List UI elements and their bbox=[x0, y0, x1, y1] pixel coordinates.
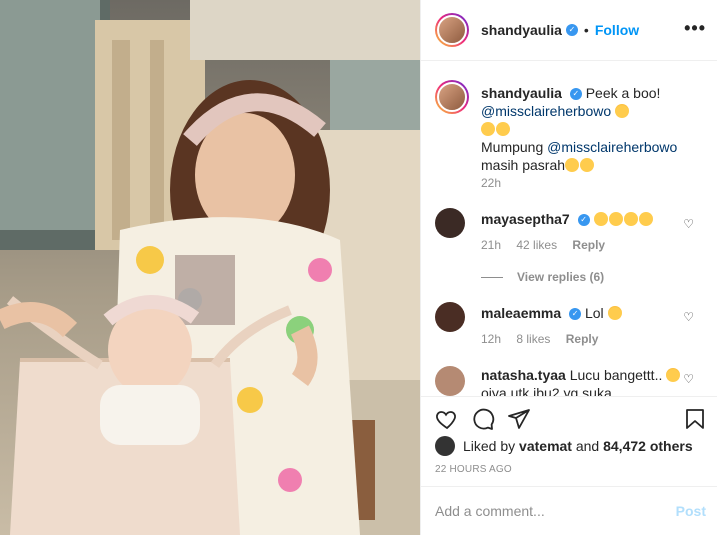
likes-and: and bbox=[575, 438, 600, 454]
follow-button[interactable]: Follow bbox=[595, 22, 639, 38]
verified-icon: ✓ bbox=[577, 214, 590, 227]
post-header: shandyaulia ✓ • Follow ••• bbox=[421, 0, 717, 61]
grin-emoji-icon bbox=[593, 212, 608, 226]
comment-body: Lol bbox=[584, 305, 604, 321]
likes-count[interactable]: 84,472 others bbox=[603, 438, 693, 454]
action-bar bbox=[421, 396, 717, 436]
caption-mention1[interactable]: @missclaireherbowo bbox=[481, 103, 611, 119]
post-side-panel: shandyaulia ✓ • Follow ••• shandyaulia ✓… bbox=[420, 0, 717, 535]
comment-username[interactable]: maleaemma bbox=[481, 305, 561, 321]
grin-emoji-icon bbox=[565, 158, 580, 172]
verified-icon: ✓ bbox=[569, 308, 582, 321]
more-icon[interactable]: ••• bbox=[684, 18, 706, 39]
post-photo[interactable] bbox=[0, 0, 420, 535]
author-avatar-image bbox=[437, 15, 467, 45]
add-comment-bar: Post bbox=[421, 486, 717, 535]
comment-meta: 21h 42 likes Reply bbox=[481, 238, 617, 252]
comment-text: natasha.tyaa Lucu bangettt.. oiya utk ib… bbox=[481, 366, 687, 396]
caption-time[interactable]: 22h bbox=[481, 176, 501, 190]
comment-like-heart-icon[interactable]: ♡ bbox=[683, 217, 694, 231]
grin-emoji-icon bbox=[623, 212, 638, 226]
grin-emoji-icon bbox=[638, 212, 653, 226]
reply-button[interactable]: Reply bbox=[566, 332, 599, 346]
bookmark-icon[interactable] bbox=[683, 407, 707, 431]
comment-avatar[interactable] bbox=[435, 366, 465, 396]
heart-eyes-emoji-icon bbox=[607, 306, 622, 320]
comment-like-heart-icon[interactable]: ♡ bbox=[683, 310, 694, 324]
caption-line3-prefix: Mumpung bbox=[481, 139, 544, 155]
caption-mention2[interactable]: @missclaireherbowo bbox=[547, 139, 677, 155]
grin-emoji-icon bbox=[481, 122, 495, 136]
caption-text: shandyaulia ✓ Peek a boo! @missclaireher… bbox=[481, 84, 701, 174]
liker-avatar[interactable] bbox=[435, 436, 455, 456]
post-date[interactable]: 22 HOURS AGO bbox=[435, 464, 512, 475]
view-replies-label: View replies (6) bbox=[517, 270, 605, 284]
heart-icon[interactable] bbox=[435, 407, 459, 431]
share-icon[interactable] bbox=[507, 407, 531, 431]
author-avatar[interactable] bbox=[435, 13, 469, 47]
comment-meta: 12h 8 likes Reply bbox=[481, 332, 610, 346]
comment-text: maleaemma ✓ Lol bbox=[481, 304, 681, 322]
separator-dot: • bbox=[583, 22, 589, 38]
comment-likes[interactable]: 42 likes bbox=[516, 238, 557, 252]
laugh-emoji-icon bbox=[580, 158, 595, 172]
comment-username[interactable]: mayaseptha7 bbox=[481, 211, 570, 227]
view-replies-button[interactable]: View replies (6) bbox=[481, 270, 604, 284]
caption-avatar-image bbox=[437, 82, 467, 112]
comments-list[interactable]: shandyaulia ✓ Peek a boo! @missclaireher… bbox=[421, 62, 717, 396]
comment-text: mayaseptha7 ✓ bbox=[481, 210, 681, 228]
comment-username[interactable]: natasha.tyaa bbox=[481, 367, 566, 383]
post-photo-illustration bbox=[0, 0, 420, 535]
comment-time[interactable]: 21h bbox=[481, 238, 501, 252]
likes-summary: Liked by vatemat and 84,472 others bbox=[435, 436, 693, 456]
liked-by-label: Liked by bbox=[463, 438, 516, 454]
heart-eyes-emoji-icon bbox=[615, 104, 630, 118]
comment-time[interactable]: 12h bbox=[481, 332, 501, 346]
view-replies-line bbox=[481, 277, 503, 279]
caption-avatar[interactable] bbox=[435, 80, 469, 114]
comment-like-heart-icon[interactable]: ♡ bbox=[683, 372, 694, 386]
heart-eyes-emoji-icon bbox=[666, 368, 681, 382]
liker-username[interactable]: vatemat bbox=[519, 438, 572, 454]
author-username[interactable]: shandyaulia bbox=[481, 22, 562, 38]
comment-body: Lucu bangettt.. bbox=[569, 367, 663, 383]
caption-line4: masih pasrah bbox=[481, 157, 566, 173]
caption-line1: Peek a boo! bbox=[585, 85, 661, 101]
post-comment-button[interactable]: Post bbox=[676, 503, 706, 519]
verified-icon: ✓ bbox=[565, 24, 578, 36]
comment-body-continued: oiya utk ibu2 yg suka bbox=[481, 385, 612, 396]
grin-emoji-icon bbox=[496, 122, 510, 136]
comment-likes[interactable]: 8 likes bbox=[516, 332, 550, 346]
comment-avatar[interactable] bbox=[435, 302, 465, 332]
add-comment-input[interactable] bbox=[435, 501, 655, 521]
caption-username[interactable]: shandyaulia bbox=[481, 85, 562, 101]
grin-emoji-icon bbox=[608, 212, 623, 226]
comment-avatar[interactable] bbox=[435, 208, 465, 238]
verified-icon: ✓ bbox=[569, 88, 582, 101]
reply-button[interactable]: Reply bbox=[572, 238, 605, 252]
comment-icon[interactable] bbox=[471, 407, 495, 431]
